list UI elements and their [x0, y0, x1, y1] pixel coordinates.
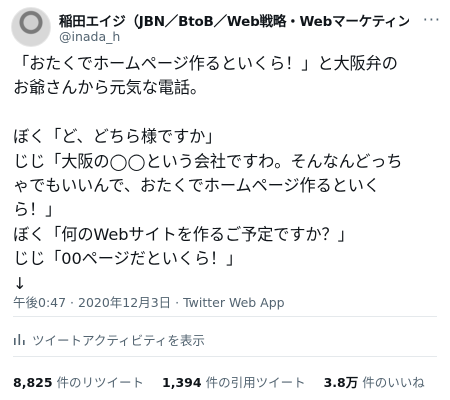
divider — [13, 316, 437, 317]
retweet-count[interactable]: 8,825 件のリツイート — [13, 375, 148, 390]
engagement-stats: 8,825 件のリツイート 1,394 件の引用ツイート 3.8万 件のいいね — [13, 372, 439, 391]
bar-chart-icon — [13, 333, 26, 346]
quote-tweet-count-label: 件の引用ツイート — [205, 375, 306, 390]
quote-tweet-count-value: 1,394 — [162, 375, 202, 390]
tweet-activity-link[interactable]: ツイートアクティビティを表示 — [13, 330, 205, 349]
tweet-activity-label: ツイートアクティビティを表示 — [32, 333, 205, 348]
tweet-text-line: ゃでもいいんで、おたくでホームページ作るといく — [13, 175, 380, 195]
more-dots-icon[interactable]: ··· — [423, 10, 441, 29]
avatar[interactable] — [11, 7, 51, 47]
author-handle[interactable]: @inada_h — [59, 29, 120, 44]
tweet-text-line — [13, 101, 438, 125]
tweet-text-line: お爺さんから元気な電話。 — [13, 78, 207, 98]
retweet-count-value: 8,825 — [13, 375, 53, 390]
tweet-text-line: 「おたくでホームページ作るといくら！」と大阪弁の — [13, 54, 398, 73]
tweet-header: 稲田エイジ（JBN／BtoB／Web戦略・Webマーケティング・Hub... @… — [11, 7, 441, 47]
tweet-text-line: じじ「00ページだといくら！」 — [13, 249, 243, 269]
author-display-name[interactable]: 稲田エイジ（JBN／BtoB／Web戦略・Webマーケティング・Hub... — [59, 14, 409, 30]
like-count-value: 3.8万 — [323, 375, 359, 390]
tweet-text-line: ぼく「ど、どちら様ですか」 — [13, 127, 222, 147]
tweet-text-line: ぼく「何のWebサイトを作るご予定ですか？」 — [13, 224, 354, 244]
tweet-text: 「おたくでホームページ作るといくら！」と大阪弁の お爺さんから元気な電話。 ぼく… — [13, 52, 438, 296]
quote-tweet-count[interactable]: 1,394 件の引用ツイート — [162, 375, 310, 390]
like-count-label: 件のいいね — [362, 375, 425, 390]
tweet-text-line: ら！」 — [13, 200, 62, 220]
retweet-count-label: 件のリツイート — [56, 375, 145, 390]
like-count[interactable]: 3.8万 件のいいね — [324, 375, 425, 390]
author-name-row[interactable]: 稲田エイジ（JBN／BtoB／Web戦略・Webマーケティング・Hub... — [59, 10, 409, 30]
tweet-card: 稲田エイジ（JBN／BtoB／Web戦略・Webマーケティング・Hub... @… — [0, 0, 450, 400]
divider — [13, 356, 437, 357]
tweet-text-line: じじ「大阪の◯◯という会社ですわ。そんなんどっち — [13, 151, 403, 171]
tweet-timestamp[interactable]: 午後0:47 · 2020年12月3日 · Twitter Web App — [13, 292, 285, 311]
